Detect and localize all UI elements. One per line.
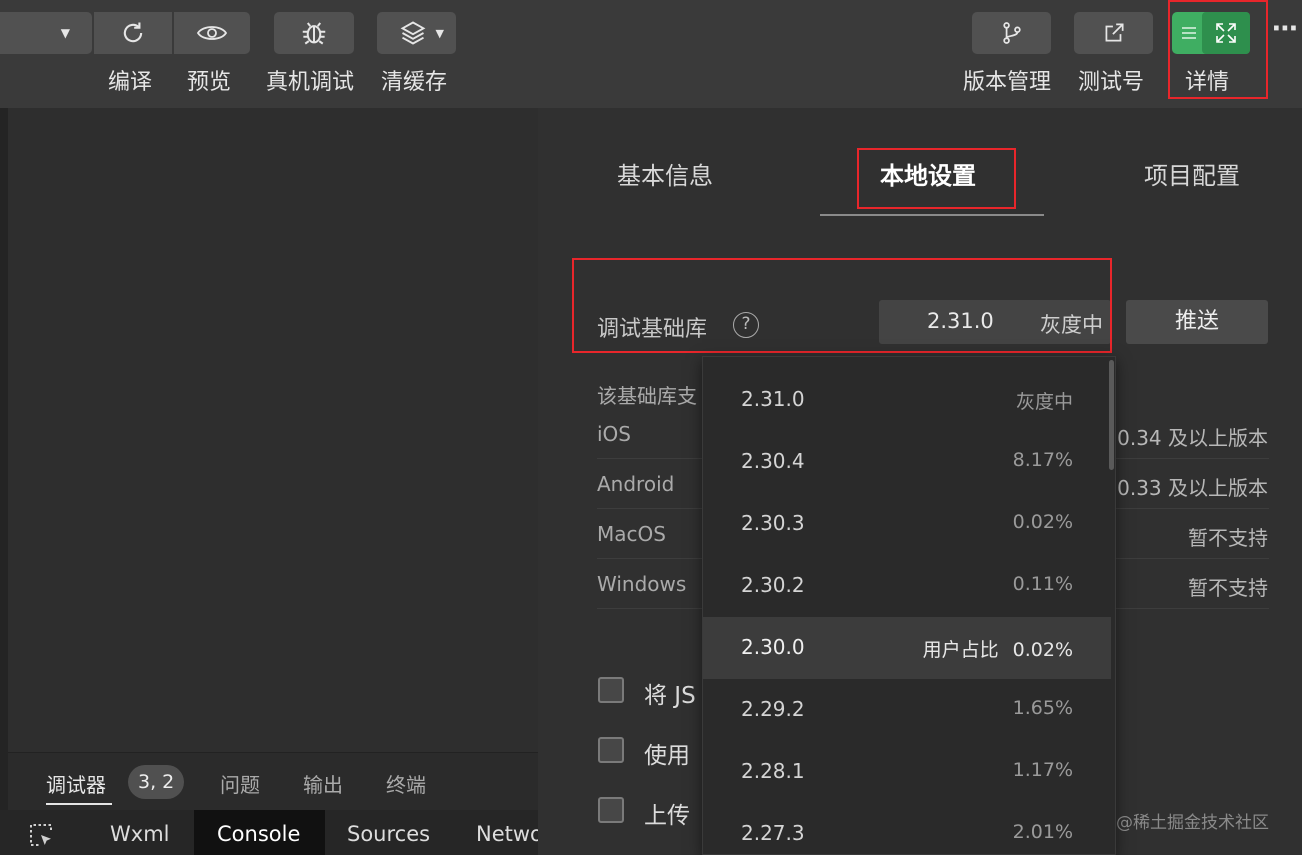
tab-project-config[interactable]: 项目配置 <box>1144 156 1240 191</box>
dropdown-option[interactable]: 2.28.1 1.17% <box>703 741 1111 803</box>
platform-windows: Windows <box>597 572 687 596</box>
platform-macos-value: 暂不支持 <box>1188 526 1268 550</box>
lib-version-dropdown: 2.31.0 灰度中 2.30.4 8.17% 2.30.3 0.02% 2.30.2… <box>702 356 1116 855</box>
push-label: 推送 <box>1174 309 1219 334</box>
support-label: 该基础库支 <box>597 384 697 408</box>
tab-sources[interactable]: Sources <box>347 822 430 846</box>
lib-version-status: 灰度中 <box>1040 313 1103 337</box>
menu-lines-icon <box>1182 27 1196 39</box>
test-account-button[interactable] <box>1074 12 1153 54</box>
preview-button[interactable] <box>174 12 250 54</box>
push-button[interactable]: 推送 <box>1126 300 1268 344</box>
option-checkbox-use[interactable] <box>598 737 624 763</box>
tab-terminal[interactable]: 终端 <box>386 769 426 798</box>
dropdown-scrollbar[interactable] <box>1109 360 1114 470</box>
preview-label: 预览 <box>187 70 232 95</box>
clear-cache-label: 清缓存 <box>381 70 448 95</box>
compile-label: 编译 <box>108 70 153 95</box>
details-inner <box>1202 12 1250 54</box>
mode-select[interactable]: ▼ <box>0 12 92 54</box>
dropdown-option[interactable]: 2.30.2 0.11% <box>703 555 1111 617</box>
dropdown-option[interactable]: 2.27.3 2.01% <box>703 803 1111 854</box>
bottom-panel-tabs: 调试器 3, 2 问题 输出 终端 <box>8 752 538 810</box>
dropdown-option[interactable]: 2.31.0 灰度中 <box>703 369 1111 431</box>
eye-icon <box>196 26 228 40</box>
debugger-underline <box>46 803 112 805</box>
left-gutter <box>0 108 8 855</box>
user-share-label: 用户占比 <box>922 639 999 661</box>
more-button[interactable]: ⋯ <box>1272 14 1298 44</box>
top-toolbar: ▼ ▼ 编译 预览 真机调试 清缓存 ⋯ 版本管理 测试号 详情 <box>0 0 1302 108</box>
remote-debug-label: 真机调试 <box>266 70 355 95</box>
dropdown-option-hovered[interactable]: 2.30.0 用户占比 0.02% <box>703 617 1111 679</box>
refresh-icon <box>123 22 143 43</box>
platform-ios: iOS <box>597 422 631 446</box>
tab-local-settings[interactable]: 本地设置 <box>880 156 976 191</box>
platform-ios-value: 0.34 及以上版本 <box>1117 426 1268 450</box>
simulator-pane <box>0 108 538 855</box>
platform-android-value: 0.33 及以上版本 <box>1117 476 1268 500</box>
platform-android: Android <box>597 472 675 496</box>
details-button[interactable] <box>1172 12 1250 54</box>
watermark: @稀土掘金技术社区 <box>1116 813 1269 833</box>
platform-windows-value: 暂不支持 <box>1188 576 1268 600</box>
layers-icon <box>400 21 425 45</box>
dropdown-option[interactable]: 2.30.3 0.02% <box>703 493 1111 555</box>
version-manage-button[interactable] <box>972 12 1051 54</box>
tab-wxml[interactable]: Wxml <box>110 822 169 846</box>
user-share-value: 0.02% <box>1012 639 1073 661</box>
caret-down-icon: ▼ <box>435 26 444 40</box>
tab-problems[interactable]: 问题 <box>220 769 260 798</box>
compile-button[interactable] <box>94 12 172 54</box>
details-label: 详情 <box>1185 70 1230 95</box>
lib-version-value: 2.31.0 <box>927 309 994 333</box>
tab-network[interactable]: Netwo <box>476 822 543 846</box>
active-tab-underline <box>820 214 1044 216</box>
tab-output[interactable]: 输出 <box>303 769 343 798</box>
expand-icon <box>1216 23 1236 43</box>
devtools-tabs: Wxml Console Sources Netwo <box>0 810 543 855</box>
version-manage-label: 版本管理 <box>963 70 1052 95</box>
debug-lib-label: 调试基础库 <box>597 317 708 342</box>
clear-cache-button[interactable]: ▼ <box>377 12 456 54</box>
dropdown-option[interactable]: 2.30.4 8.17% <box>703 431 1111 493</box>
inspect-element-icon[interactable] <box>26 820 56 850</box>
tab-console[interactable]: Console <box>217 822 300 846</box>
bug-icon <box>302 22 326 45</box>
caret-down-icon: ▼ <box>60 26 70 40</box>
help-icon[interactable]: ? <box>733 312 759 338</box>
tab-debugger[interactable]: 调试器 <box>46 769 106 798</box>
platform-macos: MacOS <box>597 522 666 546</box>
option-checkbox-upload[interactable] <box>598 797 624 823</box>
remote-debug-button[interactable] <box>274 12 354 54</box>
option-label-upload: 上传 <box>644 803 690 829</box>
external-link-icon <box>1105 23 1124 42</box>
tab-basic-info[interactable]: 基本信息 <box>617 156 713 191</box>
branch-icon <box>1002 22 1021 44</box>
lib-version-select[interactable]: 2.31.0 灰度中 <box>879 300 1111 344</box>
option-label-js: 将 JS <box>644 683 696 709</box>
option-checkbox-js[interactable] <box>598 677 624 703</box>
debugger-badge: 3, 2 <box>128 765 185 799</box>
test-account-label: 测试号 <box>1078 70 1145 95</box>
dropdown-option[interactable]: 2.29.2 1.65% <box>703 679 1111 741</box>
option-label-use: 使用 <box>644 743 690 769</box>
